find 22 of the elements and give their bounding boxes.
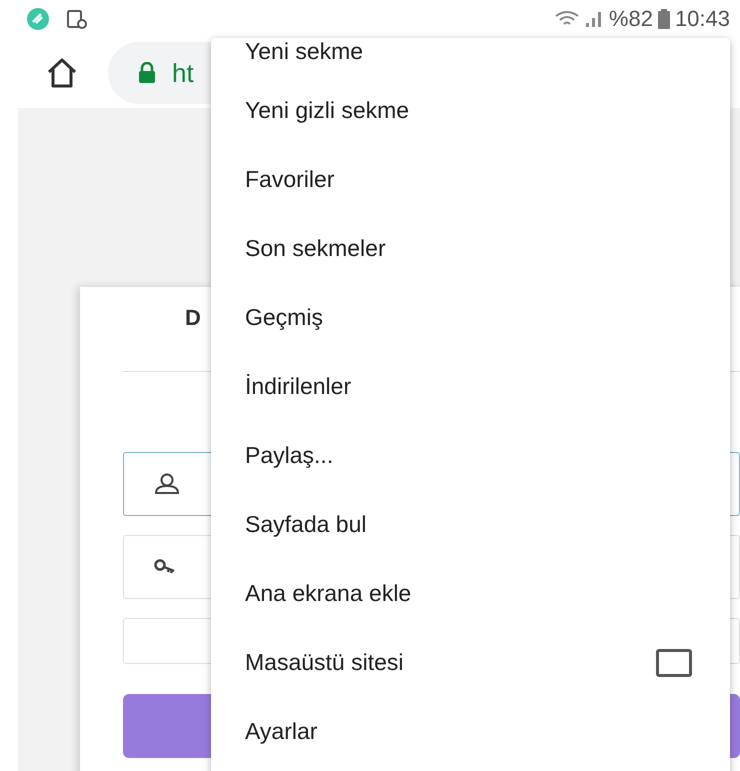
key-icon: [154, 558, 176, 576]
checkbox[interactable]: [656, 648, 692, 676]
menu-item[interactable]: Ayarlar: [211, 697, 730, 766]
battery-icon: [658, 9, 670, 29]
user-icon: [154, 473, 180, 495]
menu-item[interactable]: Geçmiş: [211, 283, 730, 352]
screen-icon: [66, 8, 88, 30]
menu-item[interactable]: Son sekmeler: [211, 214, 730, 283]
clock: 10:43: [674, 6, 730, 32]
card-title: D: [185, 305, 201, 331]
lock-icon: [138, 62, 156, 84]
app-badge-icon: [26, 7, 50, 31]
wifi-signal-icon: [554, 9, 604, 29]
menu-item[interactable]: İndirilenler: [211, 352, 730, 421]
menu-item[interactable]: Yeni gizli sekme: [211, 76, 730, 145]
menu-item[interactable]: Yeni sekme: [211, 38, 730, 76]
menu-checkbox-item[interactable]: Masaüstü sitesi: [211, 628, 730, 697]
battery-percent: %82: [608, 6, 653, 32]
menu-item[interactable]: Ana ekrana ekle: [211, 559, 730, 628]
menu-item[interactable]: Sayfada bul: [211, 490, 730, 559]
menu-item[interactable]: Paylaş...: [211, 421, 730, 490]
menu-item[interactable]: Favoriler: [211, 145, 730, 214]
